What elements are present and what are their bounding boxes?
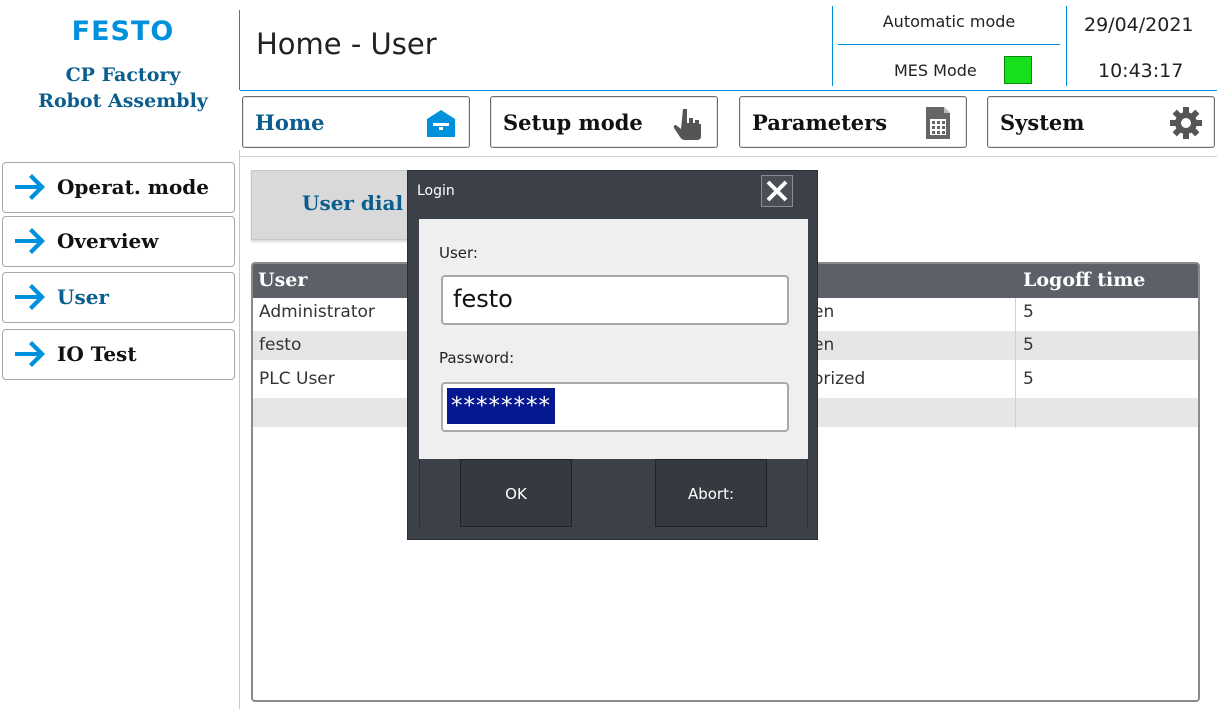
ok-button[interactable]: OK — [460, 459, 572, 527]
mes-mode-label: MES Mode — [894, 61, 977, 80]
nav-parameters-button[interactable]: Parameters — [739, 96, 967, 148]
arrow-right-icon — [15, 174, 45, 200]
sidebar-item-label: Overview — [57, 229, 159, 253]
content-divider — [240, 156, 1217, 157]
cell-logoff: 5 — [1023, 335, 1034, 355]
footer-divider — [419, 459, 420, 527]
dialog-close-button[interactable] — [761, 175, 793, 207]
footer-divider — [807, 459, 808, 527]
sidebar-divider — [239, 150, 240, 709]
nav-setup-label: Setup mode — [503, 110, 643, 135]
header-bottom-line — [240, 90, 1217, 91]
arrow-right-icon — [15, 341, 45, 367]
header-divider-mode — [832, 6, 833, 86]
station-name-line2: Robot Assembly — [38, 90, 208, 112]
nav-parameters-label: Parameters — [752, 110, 888, 135]
sidebar-item-overview[interactable]: Overview — [2, 216, 235, 267]
cell-group: orized — [813, 369, 866, 389]
header-divider-date — [1066, 6, 1067, 86]
house-icon — [427, 110, 455, 137]
column-divider — [1015, 298, 1016, 428]
cell-user: festo — [259, 335, 302, 355]
gear-icon — [1170, 107, 1202, 139]
date-display: 29/04/2021 — [1084, 14, 1194, 36]
column-header-user: User — [258, 269, 308, 291]
user-label: User: — [439, 244, 478, 262]
hand-pointer-icon — [673, 109, 701, 140]
dialog-title: Login — [417, 183, 455, 199]
operation-mode-label: Automatic mode — [882, 12, 1016, 31]
dialog-body: User: festo Password: ******** — [419, 219, 808, 459]
nav-system-label: System — [1000, 110, 1085, 135]
festo-logo: FESTO — [71, 16, 175, 47]
close-icon — [766, 180, 788, 202]
nav-home-label: Home — [255, 110, 325, 135]
sidebar-item-label: IO Test — [57, 342, 137, 366]
user-dialog-label: User dial — [302, 191, 404, 215]
sidebar-item-operat-mode[interactable]: Operat. mode — [2, 162, 235, 213]
cell-user: Administrator — [259, 302, 375, 322]
sidebar-item-label: Operat. mode — [57, 175, 210, 199]
sidebar-item-user[interactable]: User — [2, 272, 235, 323]
user-input-value: festo — [453, 285, 513, 313]
user-input[interactable]: festo — [441, 275, 789, 325]
page-title: Home - User — [256, 27, 437, 61]
column-header-logoff-time: Logoff time — [1023, 269, 1146, 291]
password-label: Password: — [439, 349, 515, 367]
sidebar-item-io-test[interactable]: IO Test — [2, 329, 235, 380]
abort-button[interactable]: Abort: — [655, 459, 767, 527]
nav-setup-mode-button[interactable]: Setup mode — [490, 96, 718, 148]
password-input-value: ******** — [447, 388, 555, 424]
station-name-line1: CP Factory — [65, 64, 181, 86]
dialog-footer: OK Abort: — [419, 459, 808, 529]
nav-home-button[interactable]: Home — [242, 96, 470, 148]
cell-user: PLC User — [259, 369, 335, 389]
password-input[interactable]: ******** — [441, 382, 789, 432]
login-dialog: Login User: festo Password: ******** OK … — [407, 170, 818, 540]
arrow-right-icon — [15, 284, 45, 310]
sidebar-item-label: User — [57, 285, 109, 309]
time-display: 10:43:17 — [1098, 60, 1184, 82]
mode-underline — [838, 44, 1060, 45]
cell-logoff: 5 — [1023, 302, 1034, 322]
header-divider-left — [239, 10, 240, 90]
document-calculator-icon — [926, 107, 950, 139]
mes-mode-indicator — [1004, 56, 1032, 84]
cell-logoff: 5 — [1023, 369, 1034, 389]
arrow-right-icon — [15, 228, 45, 254]
nav-system-button[interactable]: System — [987, 96, 1215, 148]
